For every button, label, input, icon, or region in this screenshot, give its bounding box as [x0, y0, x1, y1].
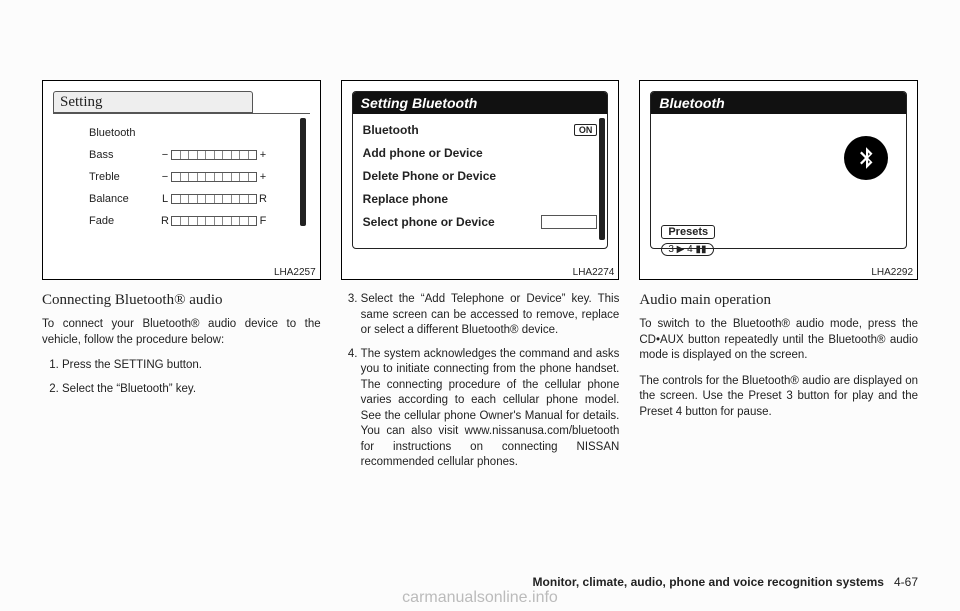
minus-icon: − [159, 171, 171, 183]
rear-label: R [159, 215, 171, 227]
fig1-row-treble: Treble − + [89, 166, 302, 188]
fig2-title: Setting Bluetooth [353, 92, 608, 114]
fig2-label: Add phone or Device [363, 146, 483, 160]
step-3: Select the “Add Telephone or Device” key… [361, 292, 620, 339]
fig2-row-bluetooth: Bluetooth ON [363, 118, 598, 141]
fig2-row-select: Select phone or Device [363, 210, 598, 233]
plus-icon: + [257, 171, 269, 183]
fig3-body [651, 114, 906, 224]
fig2-screen: Setting Bluetooth Bluetooth ON Add phone… [352, 91, 609, 249]
fig1-label: Treble [89, 171, 159, 183]
col2-steps: Select the “Add Telephone or Device” key… [341, 292, 620, 479]
preset-buttons: 3 ▶ 4 ▮▮ [661, 243, 713, 256]
fig2-row-delete: Delete Phone or Device [363, 164, 598, 187]
fig1-label: Bass [89, 149, 159, 161]
fig1-screen: Setting Bluetooth Bass − + Treble − [53, 91, 310, 251]
fig1-row-bluetooth: Bluetooth [89, 122, 302, 144]
step-1: Press the SETTING button. [62, 358, 321, 374]
minus-icon: − [159, 149, 171, 161]
figure-id: LHA2257 [274, 267, 316, 278]
watermark: carmanualsonline.info [0, 589, 960, 607]
fig2-label: Select phone or Device [363, 215, 495, 229]
figure-id: LHA2292 [871, 267, 913, 278]
fig3-presets: Presets 3 ▶ 4 ▮▮ [651, 224, 906, 256]
empty-field-icon [541, 215, 597, 229]
presets-label: Presets [661, 225, 715, 239]
col1-heading: Connecting Bluetooth® audio [42, 292, 321, 309]
scrollbar-icon [300, 118, 306, 226]
step-4: The system acknowledges the command and … [361, 347, 620, 471]
figure-2-setting-bluetooth: Setting Bluetooth Bluetooth ON Add phone… [341, 80, 620, 280]
fig3-title: Bluetooth [651, 92, 906, 114]
slider-icon [171, 150, 257, 160]
fig1-row-balance: Balance L R [89, 188, 302, 210]
left-label: L [159, 193, 171, 205]
fig2-body: Bluetooth ON Add phone or Device Delete … [353, 114, 608, 237]
fig1-label: Fade [89, 215, 159, 227]
fig1-row-bass: Bass − + [89, 144, 302, 166]
plus-icon: + [257, 149, 269, 161]
slider-icon [171, 216, 257, 226]
fig1-label: Balance [89, 193, 159, 205]
slider-icon [171, 172, 257, 182]
fig1-title: Setting [53, 91, 253, 113]
front-label: F [257, 215, 269, 227]
fig2-label: Replace phone [363, 192, 448, 206]
col3-heading: Audio main operation [639, 292, 918, 309]
fig2-label: Bluetooth [363, 123, 419, 137]
fig1-row-fade: Fade R F [89, 210, 302, 232]
figure-1-setting: Setting Bluetooth Bass − + Treble − [42, 80, 321, 280]
fig2-row-add: Add phone or Device [363, 141, 598, 164]
col1-intro: To connect your Bluetooth® audio device … [42, 317, 321, 348]
col3-p2: The controls for the Bluetooth® audio ar… [639, 374, 918, 421]
fig1-body: Bluetooth Bass − + Treble − + [53, 113, 310, 232]
footer-page: 4-67 [894, 575, 918, 589]
bluetooth-icon [844, 136, 888, 180]
fig3-screen: Bluetooth Presets 3 ▶ 4 ▮▮ [650, 91, 907, 249]
slider-icon [171, 194, 257, 204]
on-badge: ON [574, 124, 598, 136]
col1-steps: Press the SETTING button. Select the “Bl… [42, 358, 321, 405]
page-footer: Monitor, climate, audio, phone and voice… [533, 575, 918, 589]
footer-section: Monitor, climate, audio, phone and voice… [533, 575, 884, 589]
fig2-label: Delete Phone or Device [363, 169, 496, 183]
figure-id: LHA2274 [573, 267, 615, 278]
fig1-label: Bluetooth [89, 127, 159, 139]
col3-p1: To switch to the Bluetooth® audio mode, … [639, 317, 918, 364]
fig2-row-replace: Replace phone [363, 187, 598, 210]
figure-3-bluetooth: Bluetooth Presets 3 ▶ 4 ▮▮ LHA2292 [639, 80, 918, 280]
step-2: Select the “Bluetooth” key. [62, 382, 321, 398]
right-label: R [257, 193, 269, 205]
